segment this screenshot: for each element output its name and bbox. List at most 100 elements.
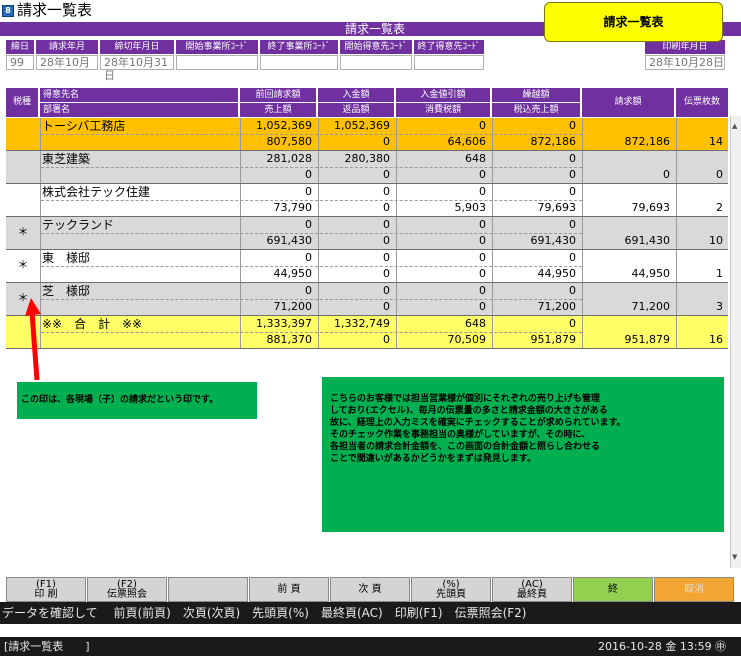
cell-paid: 0 (383, 251, 390, 264)
col-header-kubun: 税種 (6, 88, 38, 117)
filter-print-date[interactable]: 28年10月28日 (645, 55, 725, 70)
filter-office-end[interactable] (260, 55, 338, 70)
filter-cutoff-date[interactable]: 28年10月31日 (100, 55, 174, 82)
end-button[interactable]: 終 (573, 577, 653, 602)
col-header-pay-discount: 入金値引額 (396, 88, 490, 102)
last-page-button[interactable]: (AC) 最終頁 (492, 577, 572, 602)
cell-prev-bill: 0 (305, 218, 312, 231)
cell-sales: 691,430 (266, 234, 313, 247)
cell-tax: 64,606 (447, 135, 487, 148)
cell-taxed-sales: 44,950 (537, 267, 577, 280)
customer-name: テックランド (42, 218, 115, 232)
cell-taxed-sales: 872,186 (530, 135, 577, 148)
first-page-button[interactable]: (%) 先頭頁 (411, 577, 491, 602)
note-line: しており(エクセル)、毎月の伝票量の多さと請求金額の大きさがある (330, 406, 608, 416)
col-header-carry: 繰越額 (492, 88, 580, 102)
cell-prev-bill: 0 (305, 251, 312, 264)
cell-tax: 0 (479, 267, 486, 280)
cell-carry: 0 (569, 251, 576, 264)
filter-office-start[interactable] (176, 55, 258, 70)
cell-carry: 0 (569, 284, 576, 297)
cell-returns: 0 (383, 168, 390, 181)
col-header-slips: 伝票枚数 (676, 88, 728, 117)
filter-header-office-start: 開始事業所ｺｰﾄﾞ (176, 40, 258, 54)
cell-paid: 0 (383, 185, 390, 198)
cell-prev-bill: 1,333,397 (256, 317, 312, 330)
cell-sales: 44,950 (273, 267, 313, 280)
note-line: ことで間違いがあるかどうかをまずは発見します。 (330, 454, 536, 464)
cell-slips: 10 (709, 234, 723, 247)
filter-closing-day[interactable]: 99 (6, 55, 34, 70)
next-page-button[interactable]: 次 頁 (330, 577, 410, 602)
cell-pay-discount: 0 (479, 251, 486, 264)
cell-pay-discount: 0 (479, 284, 486, 297)
cell-pay-discount: 648 (465, 317, 486, 330)
cell-tax: 0 (479, 234, 486, 247)
cell-returns: 0 (383, 267, 390, 280)
scroll-down-icon[interactable]: ▼ (732, 553, 737, 561)
cell-prev-bill: 1,052,369 (256, 119, 312, 132)
cell-paid: 1,052,369 (334, 119, 390, 132)
cell-prev-bill: 0 (305, 185, 312, 198)
cell-tax: 0 (479, 300, 486, 313)
cell-invoice: 872,186 (624, 135, 671, 148)
cell-invoice: 0 (663, 168, 670, 181)
col-header-taxed-sales: 税込売上額 (492, 103, 580, 117)
cell-sales: 807,580 (266, 135, 313, 148)
cell-invoice: 951,879 (624, 333, 671, 346)
col-header-tax: 消費税額 (396, 103, 490, 117)
cell-prev-bill: 281,028 (266, 152, 313, 165)
prev-page-button[interactable]: 前 頁 (249, 577, 329, 602)
table-row[interactable]: ＊芝 様邸 0 71,200 0 0 0 0 0 71,200 71,200 3 (6, 283, 728, 316)
cell-paid: 0 (383, 218, 390, 231)
filter-header-customer-end: 終了得意先ｺｰﾄﾞ (414, 40, 484, 54)
slip-inquiry-button[interactable]: (F2) 伝票照会 (87, 577, 167, 602)
scroll-up-icon[interactable]: ▲ (732, 122, 737, 130)
cell-returns: 0 (383, 234, 390, 247)
cell-slips: 1 (716, 267, 723, 280)
annotation-note-mark: この印は、各現場（子）の請求だという印です。 (17, 382, 257, 419)
slip-inquiry-label: 伝票照会 (107, 589, 147, 600)
cell-paid: 0 (383, 284, 390, 297)
cell-pay-discount: 648 (465, 152, 486, 165)
customer-name: 東芝建築 (42, 152, 91, 166)
filter-header-print-date: 印刷年月日 (645, 40, 725, 54)
annotation-note-explanation: こちらのお客様では担当営業様が個別にそれぞれの売り上げも管理 しており(エクセル… (322, 377, 724, 532)
cell-invoice: 71,200 (631, 300, 671, 313)
table-row[interactable]: ＊ 東 様邸 0 44,950 0 0 0 0 0 44,950 44,950 1 (6, 250, 728, 283)
filter-customer-end[interactable] (414, 55, 484, 70)
screen-name: [請求一覧表 ] (4, 640, 90, 653)
col-header-invoice: 請求額 (582, 88, 674, 117)
total-label: ※※ 合 計 ※※ (42, 317, 143, 331)
customer-name: トーシバ工務店 (42, 119, 126, 133)
vertical-scrollbar[interactable] (730, 116, 741, 568)
table-row[interactable]: ＊ テックランド 0 691,430 0 0 0 0 0 691,430 691,430 10 (6, 217, 728, 250)
cell-sales: 73,790 (273, 201, 313, 214)
cell-returns: 0 (383, 300, 390, 313)
col-header-customer: 得意先名 (40, 88, 238, 102)
cell-sales: 71,200 (273, 300, 313, 313)
cell-taxed-sales: 951,879 (530, 333, 577, 346)
filter-header-cutoff-date: 締切年月日 (100, 40, 174, 54)
table-row[interactable]: トーシバ工務店 1,052,369 807,580 1,052,369 0 0 64,606… (6, 118, 728, 151)
cell-taxed-sales: 79,693 (537, 201, 577, 214)
table-row[interactable]: 東芝建築 281,028 0 280,380 0 648 0 0 0 0 0 (6, 151, 728, 184)
col-header-paid: 入金額 (318, 88, 394, 102)
cell-slips: 2 (716, 201, 723, 214)
blank-button[interactable] (168, 577, 248, 602)
filter-customer-start[interactable] (340, 55, 412, 70)
help-status-line: データを確認して 前頁(前頁) 次頁(次頁) 先頭頁(%) 最終頁(AC) 印刷… (0, 602, 741, 624)
cell-pay-discount: 0 (479, 218, 486, 231)
table-row[interactable]: 株式会社テック住建 0 73,790 0 0 0 5,903 0 79,693 79,693 2 (6, 184, 728, 217)
cancel-button[interactable]: 取消 (654, 577, 734, 602)
banner-title: 請求一覧表 (344, 22, 405, 36)
cell-taxed-sales: 691,430 (530, 234, 577, 247)
cell-sales: 0 (305, 168, 312, 181)
print-button[interactable]: (F1) 印 刷 (6, 577, 86, 602)
total-row[interactable]: ※※ 合 計 ※※ 1,333,397 881,370 1,332,749 0 648 70… (6, 316, 728, 349)
first-page-label: 先頭頁 (436, 589, 466, 600)
cell-returns: 0 (383, 333, 390, 346)
cell-tax: 0 (479, 168, 486, 181)
filter-billing-month[interactable]: 28年10月 (36, 55, 98, 70)
note-line: 故に、経理上の入力ミスを確実にチェックすることが求められています。 (330, 418, 626, 428)
